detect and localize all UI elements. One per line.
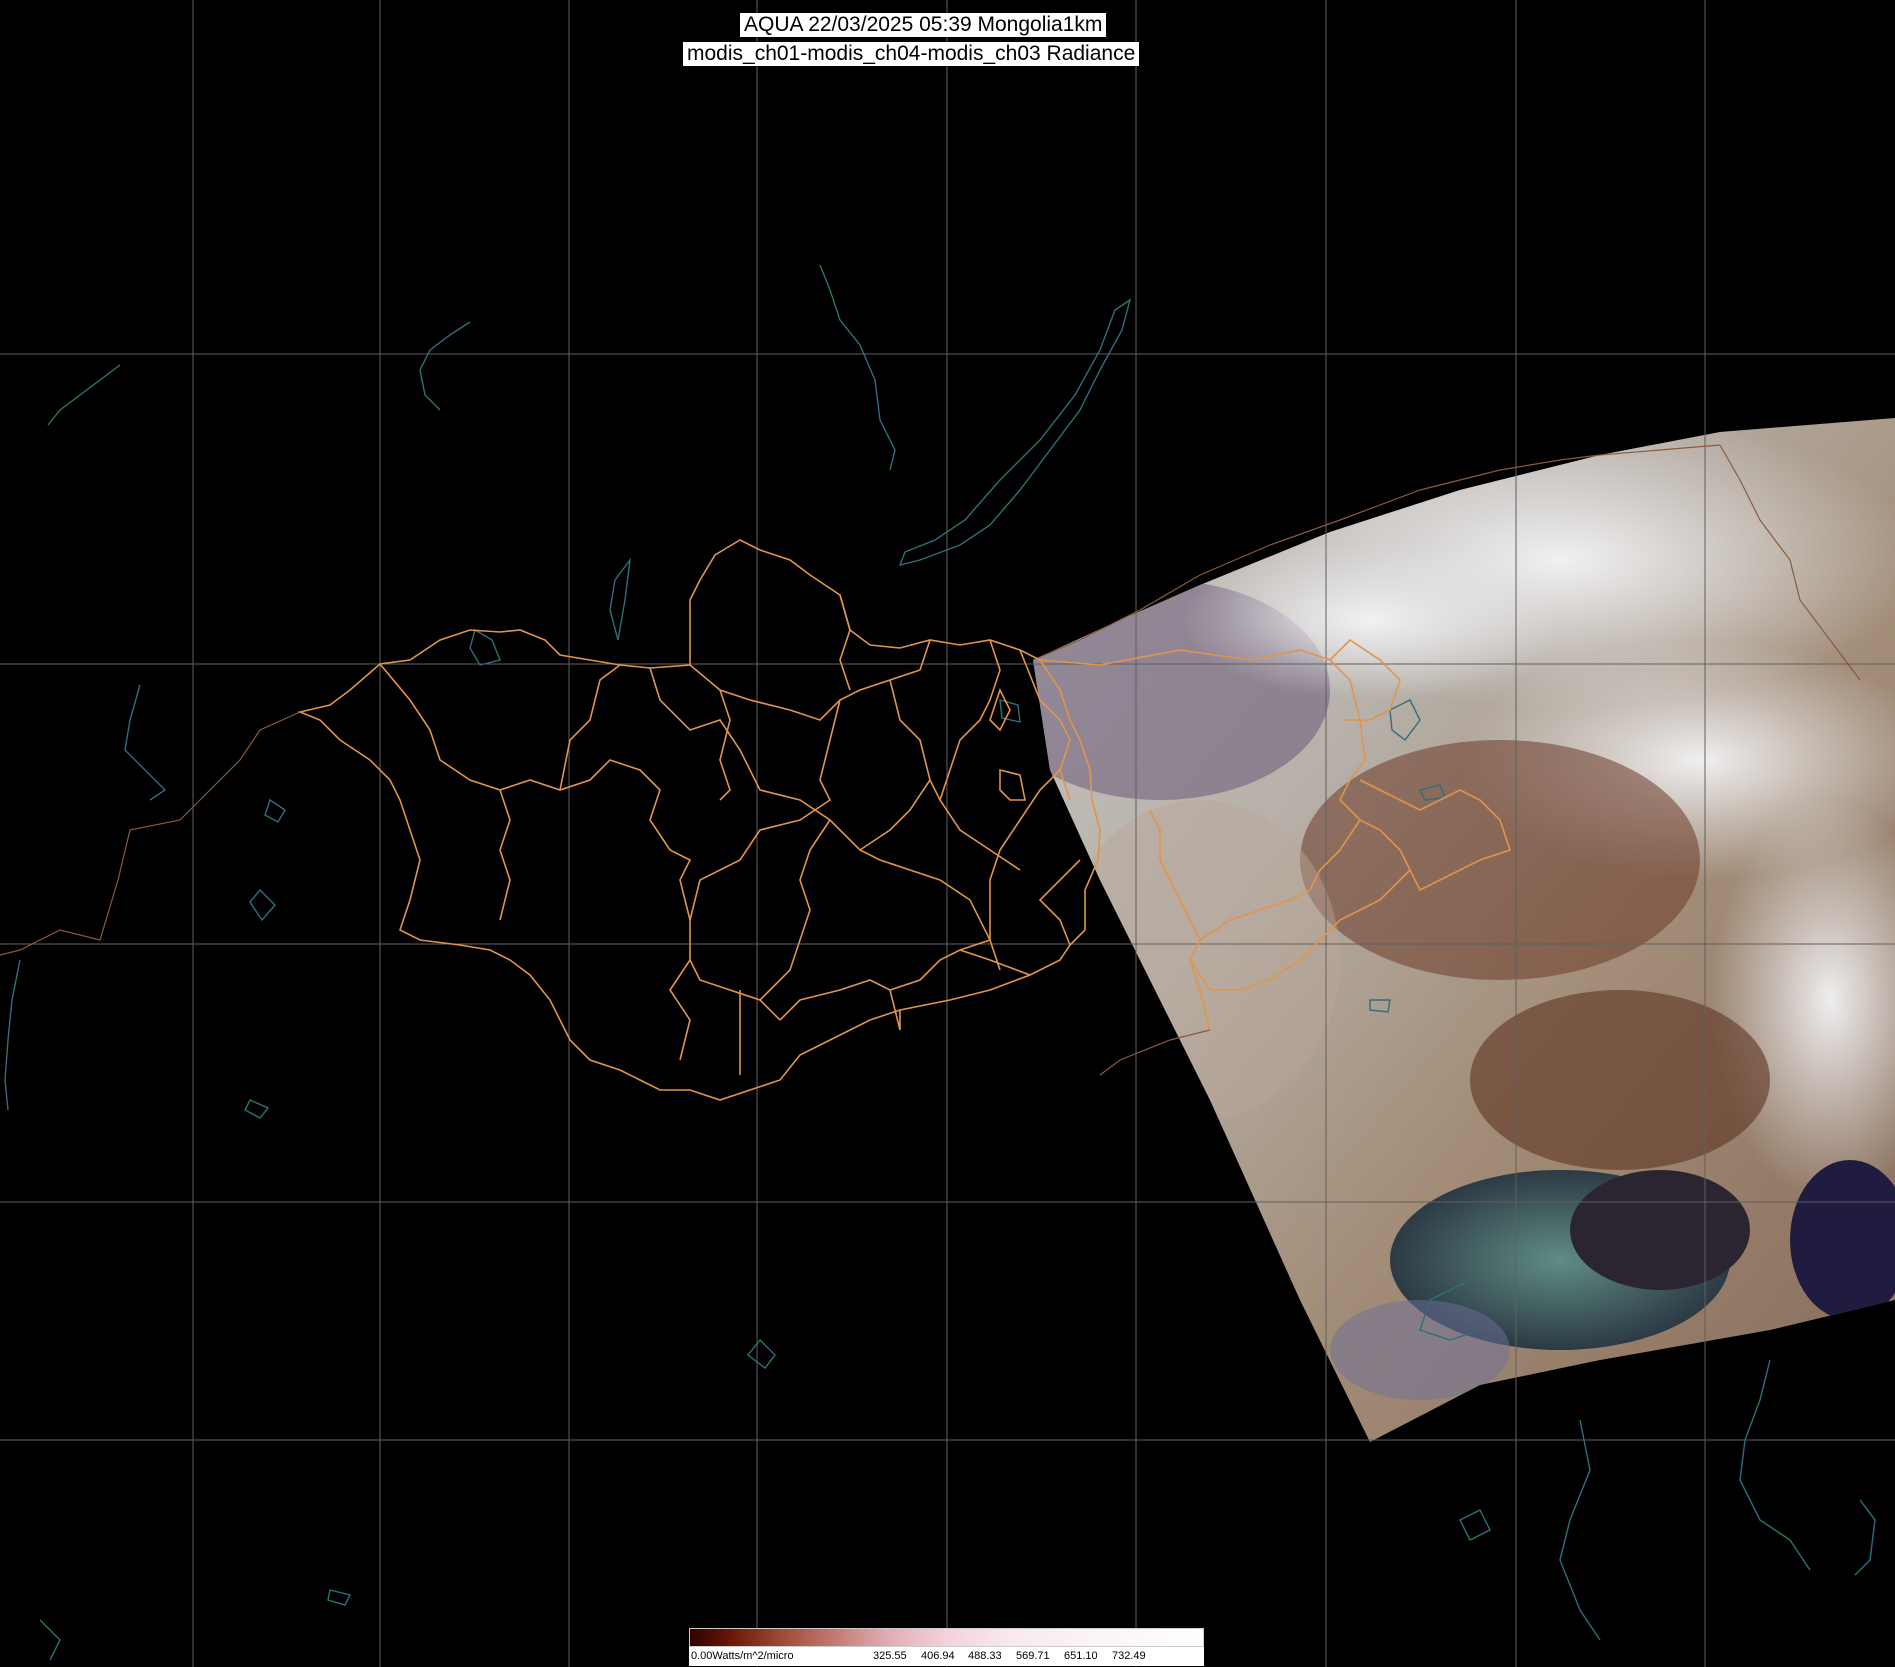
colorbar-tick: 325.55 (873, 1650, 907, 1662)
satellite-map (0, 0, 1895, 1667)
map-title-line1: AQUA 22/03/2025 05:39 Mongolia1km (740, 13, 1107, 37)
colorbar-tick: 488.33 (968, 1650, 1002, 1662)
colorbar-tick: 569.71 (1016, 1650, 1050, 1662)
colorbar-ramp (689, 1628, 1204, 1647)
colorbar-tick: 732.49 (1112, 1650, 1146, 1662)
colorbar-tick: 406.94 (921, 1650, 955, 1662)
colorbar-tick: 651.10 (1064, 1650, 1098, 1662)
colorbar-unit-label: 0.00Watts/m^2/micro (691, 1650, 794, 1662)
map-title-line2: modis_ch01-modis_ch04-modis_ch03 Radianc… (683, 42, 1140, 66)
imagery-swath (1033, 418, 1895, 1442)
colorbar-labels: 0.00Watts/m^2/micro 325.55 406.94 488.33… (689, 1647, 1204, 1666)
colorbar-legend: 0.00Watts/m^2/micro 325.55 406.94 488.33… (689, 1628, 1204, 1666)
